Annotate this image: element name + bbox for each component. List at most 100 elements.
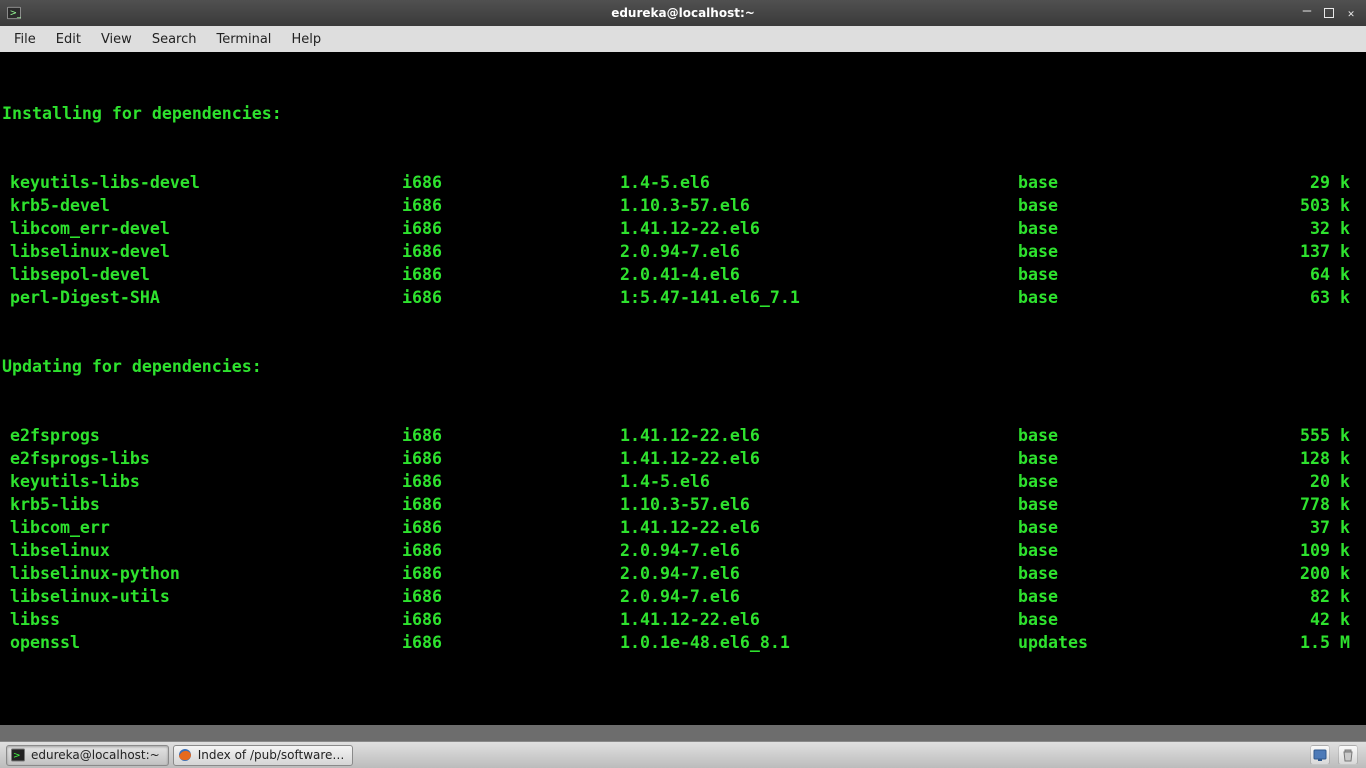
pkg-arch: i686 <box>402 194 620 217</box>
pkg-size: 137 k <box>1248 240 1364 263</box>
pkg-repo: base <box>1018 286 1248 309</box>
menu-terminal-label: Terminal <box>216 32 271 47</box>
pkg-arch: i686 <box>402 585 620 608</box>
menu-bar: File Edit View Search Terminal Help <box>0 26 1366 52</box>
pkg-arch: i686 <box>402 539 620 562</box>
pkg-repo: base <box>1018 217 1248 240</box>
pkg-arch: i686 <box>402 631 620 654</box>
pkg-version: 2.0.41-4.el6 <box>620 263 1018 286</box>
menu-file[interactable]: File <box>4 26 46 52</box>
menu-view-label: View <box>101 32 132 47</box>
pkg-name: libss <box>2 608 402 631</box>
menu-terminal[interactable]: Terminal <box>206 26 281 52</box>
package-row: e2fsprogsi6861.41.12-22.el6base555 k <box>2 424 1364 447</box>
package-row: keyutils-libs-develi6861.4-5.el6base29 k <box>2 171 1364 194</box>
pkg-name: krb5-devel <box>2 194 402 217</box>
pkg-arch: i686 <box>402 493 620 516</box>
menu-edit-label: Edit <box>56 32 81 47</box>
firefox-icon <box>178 748 192 762</box>
window-close-button[interactable] <box>1342 4 1360 22</box>
taskbar-item-label: Index of /pub/software… <box>198 748 345 762</box>
install-deps-header: Installing for dependencies: <box>2 102 1364 125</box>
pkg-size: 503 k <box>1248 194 1364 217</box>
pkg-repo: base <box>1018 171 1248 194</box>
menu-file-label: File <box>14 32 36 47</box>
pkg-name: libcom_err-devel <box>2 217 402 240</box>
pkg-size: 63 k <box>1248 286 1364 309</box>
package-row: libsepol-develi6862.0.41-4.el6base64 k <box>2 263 1364 286</box>
pkg-name: libselinux-devel <box>2 240 402 263</box>
package-row: e2fsprogs-libsi6861.41.12-22.el6base128 … <box>2 447 1364 470</box>
pkg-size: 42 k <box>1248 608 1364 631</box>
menu-help[interactable]: Help <box>281 26 331 52</box>
pkg-arch: i686 <box>402 424 620 447</box>
pkg-repo: base <box>1018 470 1248 493</box>
pkg-version: 1.41.12-22.el6 <box>620 516 1018 539</box>
tray-desktop-icon[interactable] <box>1310 745 1330 765</box>
pkg-version: 1.10.3-57.el6 <box>620 194 1018 217</box>
package-row: krb5-libsi6861.10.3-57.el6base778 k <box>2 493 1364 516</box>
window-minimize-button[interactable] <box>1298 4 1316 22</box>
pkg-size: 128 k <box>1248 447 1364 470</box>
pkg-size: 82 k <box>1248 585 1364 608</box>
pkg-version: 1.10.3-57.el6 <box>620 493 1018 516</box>
svg-text:>: > <box>13 751 21 761</box>
pkg-repo: base <box>1018 447 1248 470</box>
package-row: openssli6861.0.1e-48.el6_8.1updates1.5 M <box>2 631 1364 654</box>
pkg-size: 29 k <box>1248 171 1364 194</box>
pkg-version: 1.41.12-22.el6 <box>620 424 1018 447</box>
pkg-version: 2.0.94-7.el6 <box>620 240 1018 263</box>
svg-text:>_: >_ <box>10 9 21 19</box>
package-row: libcom_err-develi6861.41.12-22.el6base32… <box>2 217 1364 240</box>
package-row: krb5-develi6861.10.3-57.el6base503 k <box>2 194 1364 217</box>
pkg-repo: base <box>1018 516 1248 539</box>
pkg-version: 1.0.1e-48.el6_8.1 <box>620 631 1018 654</box>
menu-view[interactable]: View <box>91 26 142 52</box>
menu-search[interactable]: Search <box>142 26 207 52</box>
blank-line <box>2 700 1364 723</box>
package-row: perl-Digest-SHAi6861:5.47-141.el6_7.1bas… <box>2 286 1364 309</box>
menu-help-label: Help <box>291 32 321 47</box>
terminal-icon: >_ <box>6 5 22 21</box>
pkg-arch: i686 <box>402 447 620 470</box>
update-deps-header: Updating for dependencies: <box>2 355 1364 378</box>
pkg-version: 2.0.94-7.el6 <box>620 539 1018 562</box>
pkg-version: 1.4-5.el6 <box>620 171 1018 194</box>
pkg-size: 37 k <box>1248 516 1364 539</box>
terminal-output[interactable]: Installing for dependencies: keyutils-li… <box>0 52 1366 725</box>
pkg-version: 2.0.94-7.el6 <box>620 585 1018 608</box>
tray-trash-icon[interactable] <box>1338 745 1358 765</box>
pkg-size: 200 k <box>1248 562 1364 585</box>
pkg-name: libselinux-utils <box>2 585 402 608</box>
pkg-name: libselinux <box>2 539 402 562</box>
pkg-name: e2fsprogs-libs <box>2 447 402 470</box>
window-maximize-button[interactable] <box>1324 8 1334 18</box>
package-row: keyutils-libsi6861.4-5.el6base20 k <box>2 470 1364 493</box>
taskbar-item-firefox[interactable]: Index of /pub/software… <box>173 745 354 766</box>
pkg-arch: i686 <box>402 608 620 631</box>
package-row: libselinux-develi6862.0.94-7.el6base137 … <box>2 240 1364 263</box>
pkg-version: 1.41.12-22.el6 <box>620 217 1018 240</box>
pkg-size: 1.5 M <box>1248 631 1364 654</box>
pkg-arch: i686 <box>402 217 620 240</box>
pkg-arch: i686 <box>402 171 620 194</box>
pkg-name: keyutils-libs <box>2 470 402 493</box>
taskbar-item-terminal[interactable]: > edureka@localhost:~ <box>6 745 169 766</box>
pkg-repo: base <box>1018 585 1248 608</box>
terminal-icon: > <box>11 748 25 762</box>
pkg-version: 1.41.12-22.el6 <box>620 447 1018 470</box>
pkg-name: libcom_err <box>2 516 402 539</box>
taskbar: > edureka@localhost:~ Index of /pub/soft… <box>0 741 1366 768</box>
pkg-version: 1.41.12-22.el6 <box>620 608 1018 631</box>
pkg-size: 778 k <box>1248 493 1364 516</box>
pkg-repo: updates <box>1018 631 1248 654</box>
pkg-repo: base <box>1018 539 1248 562</box>
package-row: libcom_erri6861.41.12-22.el6base37 k <box>2 516 1364 539</box>
pkg-name: libselinux-python <box>2 562 402 585</box>
package-row: libselinuxi6862.0.94-7.el6base109 k <box>2 539 1364 562</box>
pkg-repo: base <box>1018 194 1248 217</box>
pkg-arch: i686 <box>402 286 620 309</box>
menu-edit[interactable]: Edit <box>46 26 91 52</box>
pkg-repo: base <box>1018 424 1248 447</box>
pkg-arch: i686 <box>402 470 620 493</box>
